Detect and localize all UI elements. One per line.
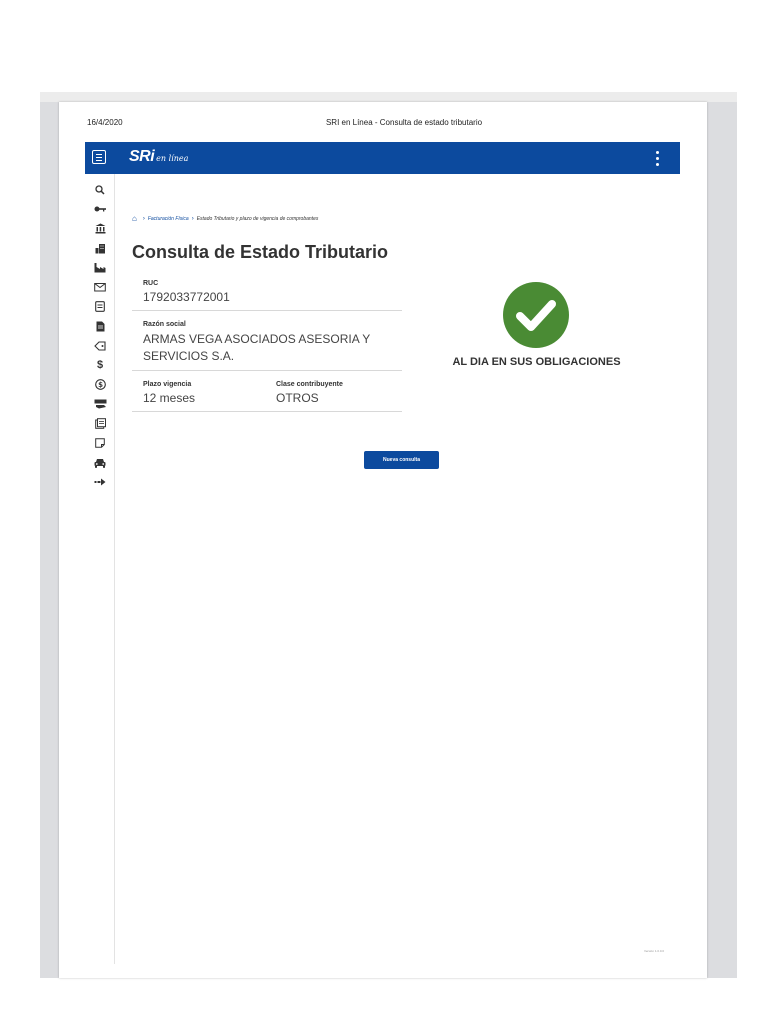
more-options-icon[interactable] (656, 151, 660, 167)
arrow-right-icon[interactable] (89, 473, 111, 493)
hamburger-menu-icon[interactable] (92, 150, 106, 164)
receipt-icon[interactable] (89, 414, 111, 434)
footer-note: Versión 1.0.0.0 (644, 949, 665, 953)
plazo-vigencia-value: 12 meses (143, 391, 196, 405)
coin-icon[interactable]: $ (89, 375, 111, 395)
new-query-button[interactable]: Nueva consulta (364, 451, 439, 469)
status-text: AL DIA EN SUS OBLIGACIONES (452, 356, 621, 368)
plazo-vigencia-label: Plazo vigencia (143, 381, 192, 388)
divider (132, 370, 402, 371)
key-icon[interactable] (89, 200, 111, 220)
sidebar-divider (114, 174, 115, 964)
print-header: 16/4/2020 SRI en Línea - Consulta de est… (59, 118, 707, 132)
factory-icon[interactable] (89, 258, 111, 278)
envelope-icon[interactable] (89, 278, 111, 298)
logo-sub-text: en línea (156, 154, 189, 163)
note-icon[interactable] (89, 434, 111, 454)
print-title: SRI en Línea - Consulta de estado tribut… (325, 118, 483, 127)
tag-icon[interactable] (89, 336, 111, 356)
svg-text:$: $ (98, 381, 103, 389)
sidebar: $ $ (89, 180, 111, 492)
home-icon[interactable]: ⌂ (132, 214, 137, 223)
invoice-icon[interactable] (89, 297, 111, 317)
printed-page: 16/4/2020 SRI en Línea - Consulta de est… (59, 102, 707, 978)
breadcrumb-current: Estado Tributario y plazo de vigencia de… (196, 215, 319, 222)
car-icon[interactable] (89, 453, 111, 473)
breadcrumb-link-facturacion[interactable]: Facturación Física (148, 216, 189, 222)
divider (132, 310, 402, 311)
building-icon[interactable] (89, 239, 111, 259)
search-icon[interactable] (89, 180, 111, 200)
breadcrumb-separator: › (142, 215, 145, 222)
breadcrumb-separator: › (191, 215, 194, 222)
app-top-bar: SRi en línea (85, 142, 680, 174)
logo-main-text: SRi (129, 148, 155, 165)
page-title: Consulta de Estado Tributario (132, 242, 389, 262)
sri-logo[interactable]: SRi en línea (129, 148, 188, 166)
pdf-viewer-top-strip (40, 92, 737, 102)
razon-social-value-line1: ARMAS VEGA ASOCIADOS ASESORIA Y (143, 332, 371, 346)
clase-contribuyente-label: Clase contribuyente (276, 381, 343, 388)
divider (132, 411, 402, 412)
ruc-value: 1792033772001 (143, 290, 230, 304)
razon-social-label: Razón social (143, 321, 186, 328)
document-icon[interactable] (89, 317, 111, 337)
ruc-label: RUC (143, 280, 159, 287)
dollar-icon[interactable]: $ (89, 356, 111, 376)
print-date: 16/4/2020 (87, 118, 123, 127)
bank-icon[interactable] (89, 219, 111, 239)
razon-social-value-line2: SERVICIOS S.A. (143, 349, 235, 363)
breadcrumb: ⌂ › Facturación Física › Estado Tributar… (132, 214, 318, 223)
clase-contribuyente-value: OTROS (276, 391, 319, 405)
check-circle-icon (503, 282, 569, 348)
hand-money-icon[interactable] (89, 395, 111, 415)
